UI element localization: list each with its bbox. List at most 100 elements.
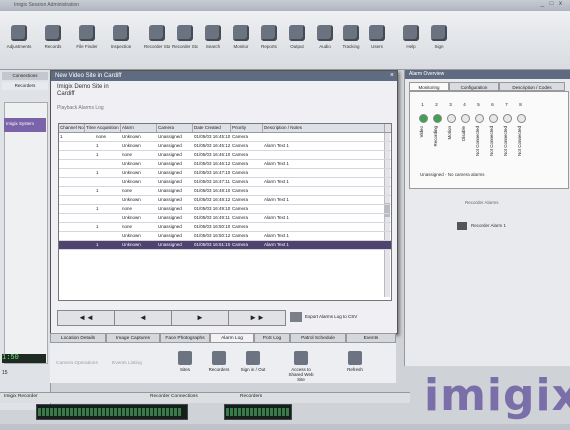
action-button-label: Sign in / Out: [240, 367, 266, 372]
column-header[interactable]: Camera: [157, 124, 193, 132]
column-header[interactable]: Channel No.: [59, 124, 85, 132]
meter-segment: [154, 408, 157, 416]
previous-record-button[interactable]: ◄: [114, 310, 172, 326]
action-button-0[interactable]: Sites: [170, 351, 200, 372]
tab-connections[interactable]: Connections: [2, 72, 48, 80]
camera-operations-label: Camera Operations: [56, 361, 98, 366]
table-cell: 01/05/03 16:45:12: [194, 143, 231, 148]
toolbar-button-14[interactable]: Sign: [426, 25, 452, 49]
table-row[interactable]: Unknown Unassigned 01/05/03 16:48:12 Camera…: [59, 196, 391, 205]
table-row[interactable]: 1 none Unassigned 01/05/03 16:48:10 Camera: [59, 187, 391, 196]
tab-6[interactable]: Events: [346, 333, 396, 343]
toolbar-button-0[interactable]: Adjustments: [6, 25, 32, 49]
meter-segment: [110, 408, 113, 416]
column-header[interactable]: Priority: [231, 124, 263, 132]
first-record-button[interactable]: ◄◄: [57, 310, 115, 326]
table-cell: [59, 241, 85, 249]
meter-segment: [126, 408, 129, 416]
window-controls[interactable]: _ □ x: [541, 1, 564, 7]
action-button-4[interactable]: Refresh: [340, 351, 370, 372]
toolbar-button-7[interactable]: Monitor: [228, 25, 254, 49]
alarm-channel-number: 1: [421, 102, 424, 107]
recorder-alarm-link[interactable]: Recorder Alarm 1: [457, 222, 506, 230]
table-cell: 01/05/03 16:45:10: [194, 134, 231, 139]
status-light-icon: [503, 114, 512, 123]
site-list-item[interactable]: Imigix System: [4, 118, 46, 132]
table-cell: 01/05/03 16:49:10: [194, 206, 231, 211]
action-button-label: Access to Shared Web Site: [288, 367, 314, 382]
counter: 15: [2, 370, 8, 376]
table-cell: Camera: [232, 206, 249, 211]
table-row[interactable]: Unknown Unassigned 01/05/03 16:47:11 Camera…: [59, 178, 391, 187]
alarm-channel-label: Not Connected: [503, 126, 508, 157]
table-cell: Alarm Text 1: [264, 161, 289, 166]
meter-segment: [178, 408, 181, 416]
window-title: Imigix Session Administration: [14, 2, 80, 8]
status-left: Imigix Recorder: [4, 394, 38, 399]
table-row[interactable]: 1 Unknown Unassigned 01/05/03 16:45:12 Camer…: [59, 142, 391, 151]
action-button-3[interactable]: Access to Shared Web Site: [286, 351, 316, 382]
toolbar-button-4[interactable]: Recorder Start: [144, 25, 170, 49]
toolbar-button-13[interactable]: Help: [398, 25, 424, 49]
tab-description-codes[interactable]: Description / Codes: [499, 82, 565, 91]
toolbar-button-8[interactable]: Reports: [256, 25, 282, 49]
tab-3[interactable]: Alarm Log: [210, 333, 254, 343]
table-row[interactable]: 1 none Unassigned 01/05/03 16:50:10 Camera: [59, 223, 391, 232]
toolbar-button-9[interactable]: Output: [284, 25, 310, 49]
close-icon[interactable]: ×: [390, 72, 394, 80]
meter-segment: [58, 408, 61, 416]
table-row[interactable]: 1 none Unassigned 01/05/03 16:49:10 Camera: [59, 205, 391, 214]
toolbar-button-6[interactable]: Search: [200, 25, 226, 49]
column-header[interactable]: Time Acquisition: [85, 124, 121, 132]
toolbar-button-3[interactable]: Inspection: [108, 25, 134, 49]
column-header[interactable]: Alarm: [121, 124, 157, 132]
tab-monitoring[interactable]: Monitoring: [409, 82, 449, 91]
toolbar-button-12[interactable]: Users: [364, 25, 390, 49]
tab-configuration[interactable]: Configuration: [449, 82, 499, 91]
toolbar-button-1[interactable]: Records: [40, 25, 66, 49]
table-cell: Unknown: [122, 233, 141, 238]
toolbar-button-2[interactable]: File Finder: [74, 25, 100, 49]
crosshair-icon: [205, 25, 221, 41]
table-cell: 01/05/03 16:51:10: [194, 242, 231, 247]
toolbar-button-label: Adjustments: [6, 44, 32, 49]
table-cell: [59, 142, 85, 150]
table-cell: none: [122, 188, 133, 193]
meter-segment: [62, 408, 65, 416]
clock-display: 1:50: [2, 354, 46, 363]
alarm-channel-number: 7: [505, 102, 508, 107]
meter-segment: [86, 408, 89, 416]
toolbar-button-11[interactable]: Tracking: [338, 25, 364, 49]
table-cell: Alarm Text 1: [264, 233, 289, 238]
table-row[interactable]: 1 none Unknown Unassigned 01/05/03 16:45:10 C…: [59, 133, 391, 142]
toolbar-button-10[interactable]: Audio: [312, 25, 338, 49]
tab-5[interactable]: Patrol Schedule: [290, 333, 346, 343]
table-row[interactable]: 1 Unknown Unassigned 01/05/03 16:51:10 Camer…: [59, 241, 391, 250]
action-button-1[interactable]: Recorders: [204, 351, 234, 372]
last-record-button[interactable]: ►►: [228, 310, 286, 326]
meter-segment: [38, 408, 41, 416]
table-row[interactable]: 1 Unknown Unassigned 01/05/03 16:47:10 Camer…: [59, 169, 391, 178]
tab-4[interactable]: PoS Log: [254, 333, 290, 343]
meter-segment: [250, 408, 253, 416]
meter-segment: [238, 408, 241, 416]
table-cell: 01/05/03 16:47:11: [194, 179, 230, 184]
table-row[interactable]: Unknown Unassigned 01/05/03 16:49:11 Camera…: [59, 214, 391, 223]
column-header[interactable]: Date Created: [193, 124, 231, 132]
tab-1[interactable]: Image Captures: [106, 333, 160, 343]
meter-segment: [278, 408, 281, 416]
tab-recorders[interactable]: Recorders: [2, 82, 48, 90]
tab-0[interactable]: Location Details: [50, 333, 106, 343]
table-row[interactable]: 1 none Unassigned 01/05/03 16:46:10 Camera: [59, 151, 391, 160]
tab-2[interactable]: Face Photographs: [160, 333, 210, 343]
action-button-2[interactable]: Sign in / Out: [238, 351, 268, 372]
column-header[interactable]: Description / Notes: [263, 124, 385, 132]
next-record-button[interactable]: ►: [171, 310, 229, 326]
table-row[interactable]: Unknown Unassigned 01/05/03 16:50:12 Camera…: [59, 232, 391, 241]
toolbar-button-5[interactable]: Recorder Stop: [172, 25, 198, 49]
imigix-logo: imigix: [424, 370, 570, 421]
dialog-heading: Imigix Demo Site in Cardiff: [57, 84, 109, 98]
table-row[interactable]: Unknown Unassigned 01/05/03 16:46:12 Camera…: [59, 160, 391, 169]
table-cell: Camera: [232, 197, 249, 202]
export-log-button[interactable]: Export Alarms Log to CSV: [290, 309, 390, 325]
